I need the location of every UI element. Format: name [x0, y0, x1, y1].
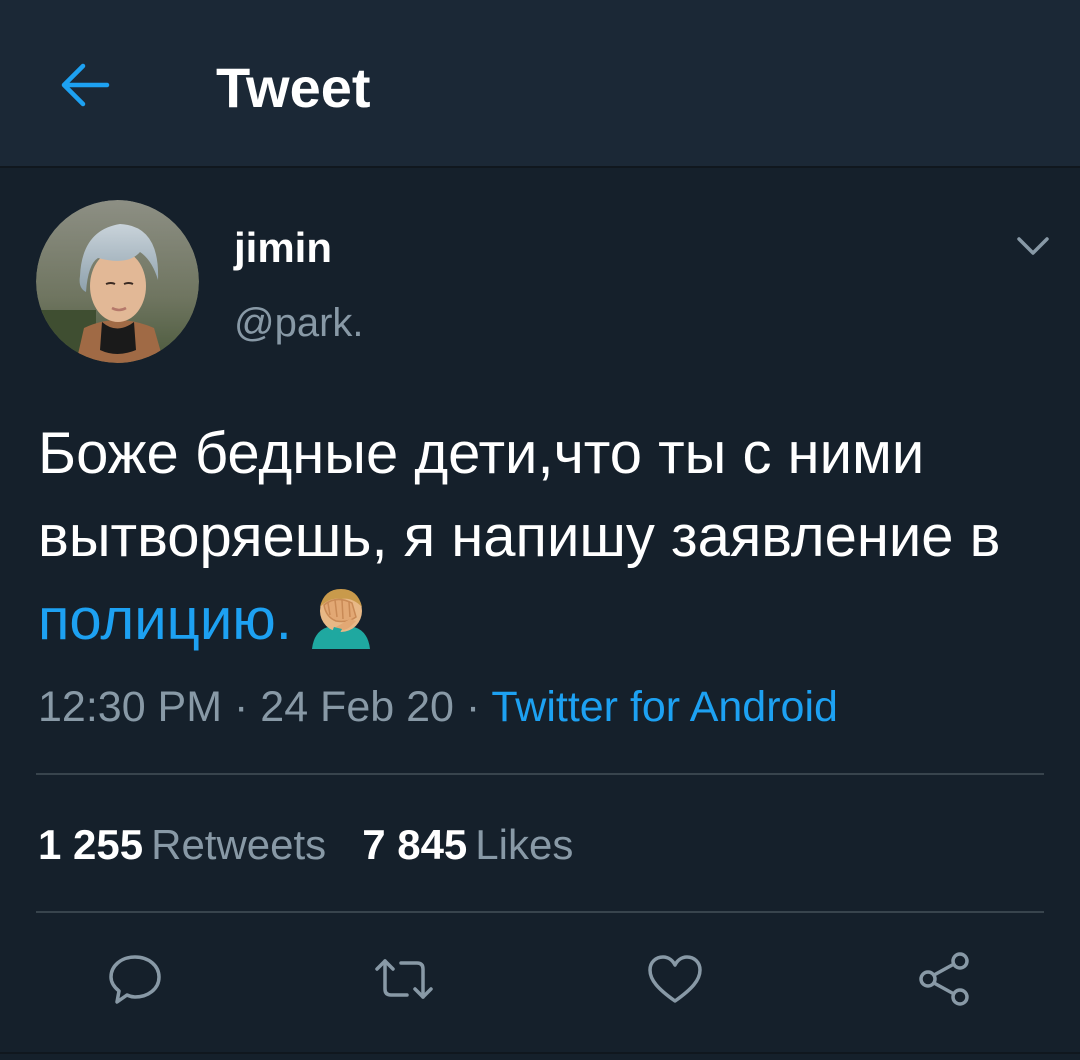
- arrow-left-icon: [61, 63, 110, 107]
- tweet-text: Боже бедные дети,что ты с ними вытворяеш…: [38, 412, 1048, 671]
- share-button[interactable]: [910, 944, 980, 1014]
- top-app-bar: Tweet: [0, 0, 1080, 168]
- tweet-options-button[interactable]: [1010, 226, 1056, 266]
- heart-icon: [648, 955, 702, 1003]
- reply-icon: [109, 955, 161, 1004]
- likes-count: 7 845: [362, 821, 468, 868]
- retweet-button[interactable]: [369, 944, 439, 1014]
- avatar[interactable]: [36, 200, 199, 363]
- share-icon: [919, 952, 969, 1006]
- tweet-source-link[interactable]: Twitter for Android: [491, 683, 838, 731]
- retweets-count: 1 255: [38, 821, 144, 868]
- author-handle[interactable]: @park.: [234, 300, 364, 346]
- face-palm-emoji: [306, 583, 376, 671]
- likes-stat[interactable]: 7 845 Likes: [362, 821, 573, 868]
- back-button[interactable]: [50, 50, 120, 120]
- likes-label: Likes: [475, 821, 574, 868]
- retweet-icon: [375, 959, 433, 999]
- tweet-stats: 1 255 Retweets 7 845 Likes: [38, 820, 573, 870]
- chevron-down-icon: [1017, 237, 1049, 255]
- meta-separator: ·: [453, 683, 492, 731]
- tweet-link[interactable]: полицию.: [38, 587, 292, 652]
- page-title: Tweet: [216, 56, 371, 119]
- tweet-time: 12:30 PM: [38, 683, 223, 731]
- meta-separator: ·: [222, 683, 261, 731]
- author-display-name[interactable]: jimin: [234, 224, 332, 272]
- reply-button[interactable]: [100, 944, 170, 1014]
- retweets-stat[interactable]: 1 255 Retweets: [38, 821, 326, 868]
- like-button[interactable]: [640, 944, 710, 1014]
- tweet-meta: 12:30 PM · 24 Feb 20 · Twitter for Andro…: [38, 682, 838, 732]
- divider: [0, 1052, 1080, 1054]
- divider: [36, 773, 1044, 775]
- tweet-date: 24 Feb 20: [260, 683, 454, 731]
- profile-photo: [36, 200, 199, 363]
- tweet-text-body: Боже бедные дети,что ты с ними вытворяеш…: [38, 421, 1001, 569]
- divider: [36, 911, 1044, 913]
- tweet-detail-screen: Tweet jimin @park. Боже бедные дети,что …: [0, 0, 1080, 1060]
- retweets-label: Retweets: [151, 821, 327, 868]
